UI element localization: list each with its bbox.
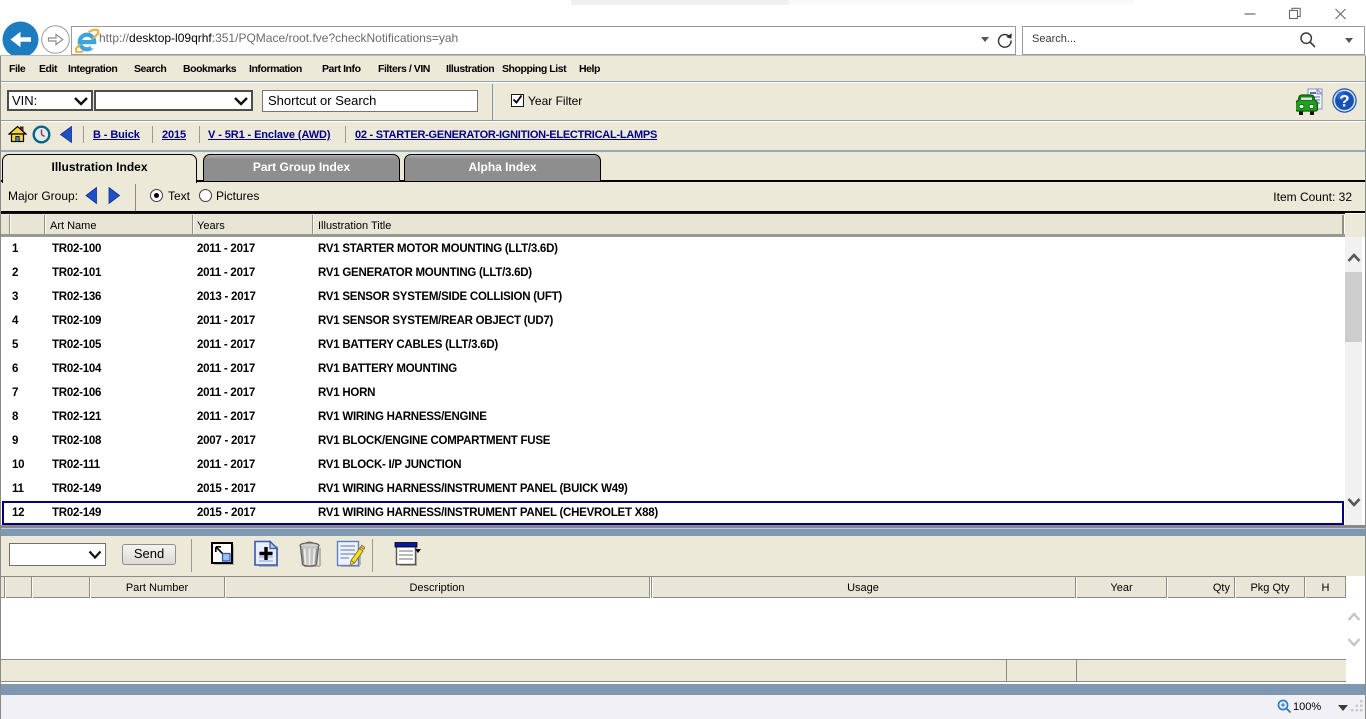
svg-text:?: ? (1339, 92, 1349, 111)
